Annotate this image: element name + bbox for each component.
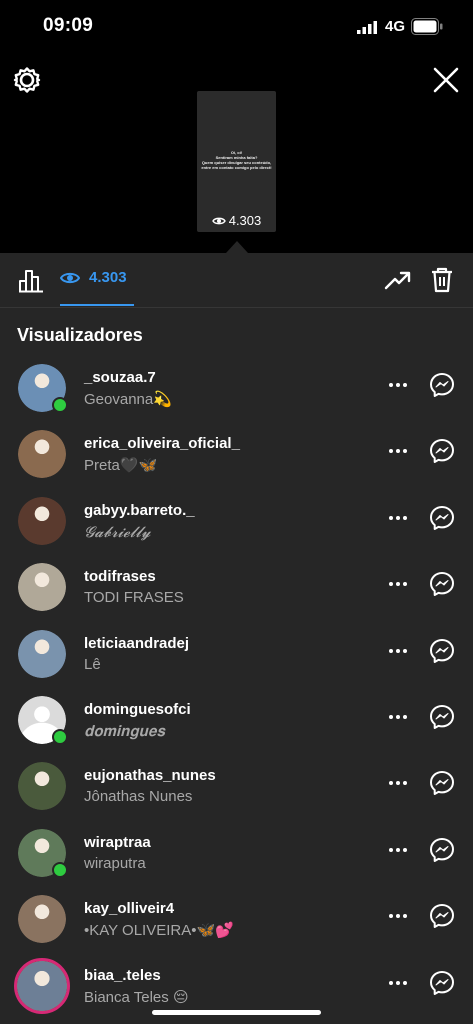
viewer-row[interactable]: erica_oliveira_oficial_ Preta🖤🦋 [0,425,473,491]
more-options-icon[interactable] [386,439,410,463]
more-options-icon[interactable] [386,971,410,995]
trending-up-icon[interactable] [384,268,412,292]
messenger-icon[interactable] [429,571,455,597]
avatar-image [18,430,66,479]
story-views-count: 4.303 [228,213,262,228]
network-label: 4G [385,18,406,35]
more-options-icon[interactable] [386,572,410,596]
story-thumbnail[interactable]: Oi, oi! Sentiram minha falta? Quem quise… [197,91,276,232]
avatar-image [17,960,67,1011]
messenger-icon[interactable] [429,970,455,996]
viewers-sheet: 4.303 Visualizadores _souzaa.7 Geovanna💫 e… [0,253,473,1024]
views-tab[interactable]: 4.303 [60,269,127,286]
messenger-icon[interactable] [429,372,455,398]
viewer-row[interactable]: kay_olliveir4 •KAY OLIVEIRA•🦋💕 [0,890,473,956]
viewer-username[interactable]: leticiaandradej [84,635,189,652]
avatar[interactable] [18,629,66,678]
avatar-image [18,629,66,678]
avatar[interactable] [18,895,66,944]
story-text: Oi, oi! Sentiram minha falta? Quem quise… [201,150,272,170]
viewer-row[interactable]: eujonathas_nunes Jônathas Nunes [0,757,473,823]
viewer-row[interactable]: dominguesofci 𝐝𝐨𝐦𝐢𝐧𝐠𝐮𝐞𝐬 [0,691,473,757]
signal-icon [357,21,377,34]
online-indicator [52,861,68,878]
viewer-username[interactable]: gabyy.barreto._ [84,502,195,519]
home-indicator [152,1010,321,1015]
avatar[interactable] [18,563,66,612]
settings-gear-icon[interactable] [13,66,41,94]
close-icon[interactable] [432,66,460,94]
viewer-fullname: TODI FRASES [84,589,184,607]
online-indicator [52,728,68,745]
more-options-icon[interactable] [386,771,410,795]
messenger-icon[interactable] [429,505,455,531]
viewer-row[interactable]: gabyy.barreto._ 𝓖𝓪𝓫𝓻𝓲𝓮𝓵𝓵𝔂 [0,492,473,558]
avatar[interactable] [18,430,66,479]
views-count: 4.303 [89,269,127,286]
trash-icon[interactable] [431,267,453,293]
avatar-image [18,895,66,944]
messenger-icon[interactable] [429,438,455,464]
viewer-fullname: wiraputra [84,854,146,872]
messenger-icon[interactable] [429,638,455,664]
viewer-fullname: Jônathas Nunes [84,788,193,806]
viewer-row[interactable]: wiraptraa wiraputra [0,824,473,890]
viewer-username[interactable]: dominguesofci [84,701,191,718]
avatar-image [18,762,66,811]
more-options-icon[interactable] [386,639,410,663]
status-bar: 09:09 4G [0,0,473,54]
eye-icon [211,217,226,224]
avatar-image [18,496,66,545]
viewer-fullname: Preta🖤🦋 [84,457,158,475]
insights-toolbar: 4.303 [0,253,473,307]
viewer-username[interactable]: _souzaa.7 [84,369,156,386]
messenger-icon[interactable] [429,770,455,796]
avatar[interactable] [14,957,70,1014]
more-options-icon[interactable] [386,705,410,729]
bar-chart-icon[interactable] [18,267,44,293]
viewer-username[interactable]: eujonathas_nunes [84,767,216,784]
views-tab-indicator [60,304,134,306]
viewer-username[interactable]: todifrases [84,568,156,585]
viewer-username[interactable]: kay_olliveir4 [84,900,174,917]
toolbar-divider [0,307,473,308]
viewer-username[interactable]: erica_oliveira_oficial_ [84,435,240,452]
viewer-row[interactable]: todifrases TODI FRASES [0,558,473,624]
more-options-icon[interactable] [386,373,410,397]
more-options-icon[interactable] [386,506,410,530]
more-options-icon[interactable] [386,838,410,862]
section-title: Visualizadores [17,325,143,345]
avatar[interactable] [18,762,66,811]
viewer-username[interactable]: biaa_.teles [84,967,161,984]
viewer-fullname: Bianca Teles 😔 [84,988,189,1006]
viewer-fullname: •KAY OLIVEIRA•🦋💕 [84,922,234,940]
messenger-icon[interactable] [429,903,455,929]
viewer-fullname: 𝐝𝐨𝐦𝐢𝐧𝐠𝐮𝐞𝐬 [84,721,165,740]
status-time: 09:09 [43,15,94,36]
messenger-icon[interactable] [429,837,455,863]
viewer-row[interactable]: leticiaandradej Lê [0,625,473,691]
online-indicator [52,397,68,413]
viewer-row[interactable]: _souzaa.7 Geovanna💫 [0,359,473,425]
avatar[interactable] [18,496,66,545]
avatar-image [18,563,66,612]
more-options-icon[interactable] [386,904,410,928]
story-views: 4.303 [197,213,276,228]
messenger-icon[interactable] [429,704,455,730]
viewer-username[interactable]: wiraptraa [84,834,151,851]
viewer-fullname: Geovanna💫 [84,391,172,408]
sheet-caret [226,241,248,253]
battery-icon [411,18,443,35]
viewer-fullname: 𝓖𝓪𝓫𝓻𝓲𝓮𝓵𝓵𝔂 [84,522,151,541]
viewer-list: _souzaa.7 Geovanna💫 erica_oliveira_oficial… [0,359,473,1023]
eye-icon [60,272,80,283]
viewer-fullname: Lê [84,655,101,673]
